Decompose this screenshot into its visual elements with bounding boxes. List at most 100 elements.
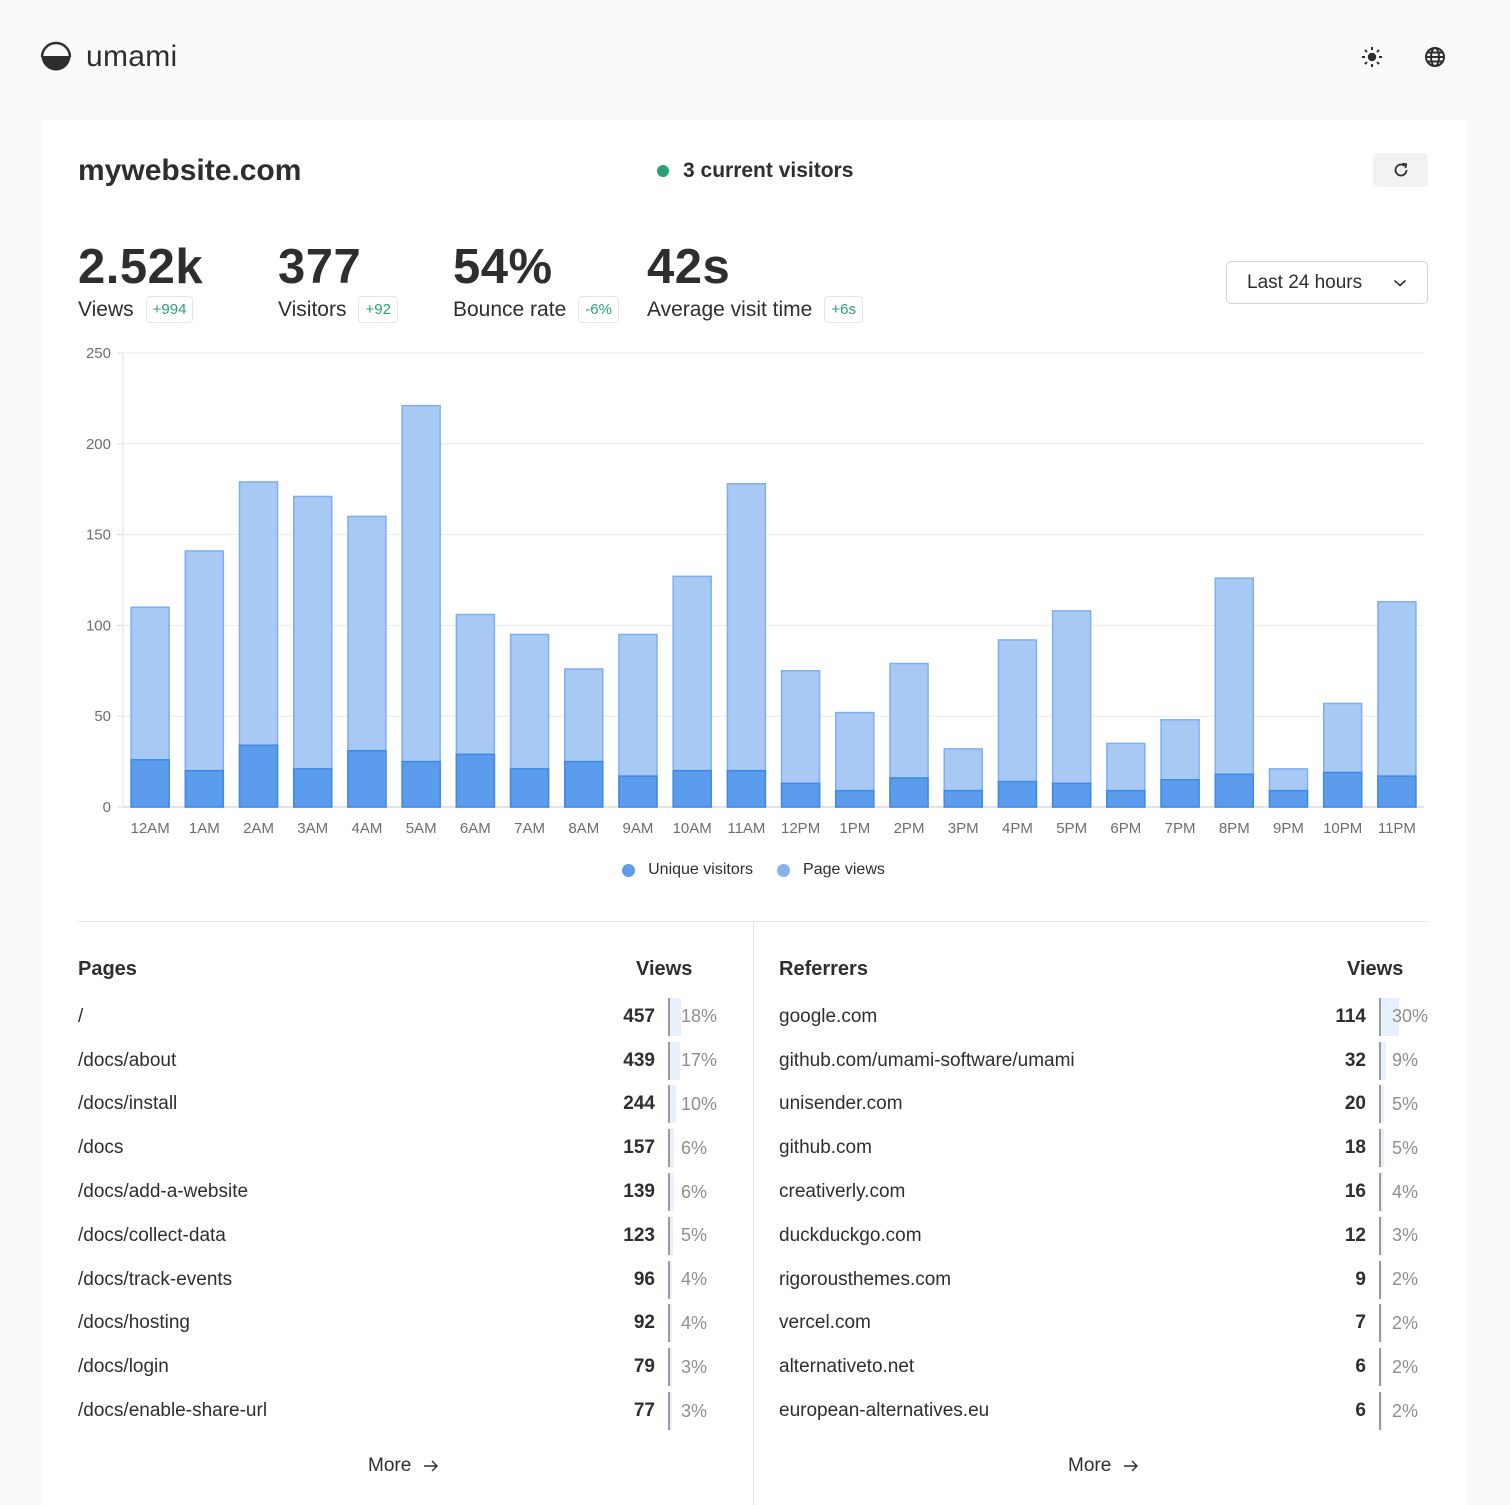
row-views: 244	[598, 1093, 668, 1115]
row-percent: 6%	[668, 1129, 718, 1167]
row-name[interactable]: european-alternatives.eu	[779, 1400, 1309, 1422]
row-name[interactable]: rigorousthemes.com	[779, 1269, 1309, 1291]
row-name[interactable]: github.com/umami-software/umami	[779, 1050, 1309, 1072]
row-name[interactable]: /docs/track-events	[78, 1269, 598, 1291]
table-row[interactable]: /docs/about43917%	[78, 1039, 718, 1083]
row-name[interactable]: /docs/install	[78, 1093, 598, 1115]
legend-label: Page views	[803, 861, 885, 879]
language-button[interactable]	[1422, 44, 1448, 70]
table-row[interactable]: /docs/install24410%	[78, 1083, 718, 1127]
row-name[interactable]: duckduckgo.com	[779, 1225, 1309, 1247]
y-tick-label: 200	[86, 436, 111, 453]
row-name[interactable]: vercel.com	[779, 1312, 1309, 1334]
row-name[interactable]: /docs/login	[78, 1356, 598, 1378]
row-percent: 6%	[668, 1173, 718, 1211]
table-row[interactable]: /docs/enable-share-url773%	[78, 1389, 718, 1433]
row-views: 92	[598, 1312, 668, 1334]
date-range-dropdown[interactable]: Last 24 hours	[1226, 261, 1428, 304]
table-row[interactable]: /docs/login793%	[78, 1345, 718, 1389]
refresh-button[interactable]	[1373, 153, 1428, 187]
row-percent: 2%	[1379, 1348, 1429, 1386]
current-visitors[interactable]: 3 current visitors	[657, 159, 853, 183]
table-row[interactable]: /docs1576%	[78, 1126, 718, 1170]
percent-text: 10%	[670, 1094, 717, 1115]
row-name[interactable]: /docs	[78, 1137, 598, 1159]
table-row[interactable]: creativerly.com164%	[779, 1170, 1429, 1214]
table-row[interactable]: alternativeto.net62%	[779, 1345, 1429, 1389]
date-range-value: Last 24 hours	[1247, 272, 1362, 294]
bar-unique-visitors	[565, 762, 603, 807]
x-tick-label: 6PM	[1110, 820, 1141, 837]
percent-text: 5%	[670, 1225, 707, 1246]
row-percent: 5%	[1379, 1085, 1429, 1123]
table-row[interactable]: duckduckgo.com123%	[779, 1214, 1429, 1258]
row-name[interactable]: unisender.com	[779, 1093, 1309, 1115]
metric-value: 54%	[453, 238, 647, 296]
website-title[interactable]: mywebsite.com	[78, 154, 301, 188]
x-tick-label: 11PM	[1378, 820, 1416, 837]
row-views: 157	[598, 1137, 668, 1159]
table-row[interactable]: github.com/umami-software/umami329%	[779, 1039, 1429, 1083]
row-percent: 3%	[668, 1392, 718, 1430]
logo[interactable]: umami	[40, 40, 178, 74]
table-row[interactable]: rigorousthemes.com92%	[779, 1258, 1429, 1302]
pages-more-button[interactable]: More	[368, 1455, 439, 1477]
x-tick-label: 9PM	[1273, 820, 1304, 837]
bar-unique-visitors	[240, 745, 278, 807]
table-row[interactable]: /docs/hosting924%	[78, 1302, 718, 1346]
table-row[interactable]: european-alternatives.eu62%	[779, 1389, 1429, 1433]
current-visitors-text: 3 current visitors	[683, 159, 853, 183]
row-name[interactable]: /docs/collect-data	[78, 1225, 598, 1247]
row-name[interactable]: google.com	[779, 1006, 1309, 1028]
percent-text: 4%	[670, 1313, 707, 1334]
bar-unique-visitors	[456, 754, 494, 807]
percent-text: 30%	[1381, 1006, 1428, 1027]
table-row[interactable]: unisender.com205%	[779, 1083, 1429, 1127]
globe-icon	[1424, 46, 1446, 68]
referrers-more-button[interactable]: More	[1068, 1455, 1139, 1477]
theme-toggle-button[interactable]	[1359, 44, 1385, 70]
x-tick-label: 9AM	[623, 820, 654, 837]
y-tick-label: 100	[86, 617, 111, 634]
percent-text: 2%	[1381, 1269, 1418, 1290]
table-row[interactable]: /docs/add-a-website1396%	[78, 1170, 718, 1214]
row-views: 6	[1309, 1356, 1379, 1378]
row-views: 16	[1309, 1181, 1379, 1203]
top-bar: umami	[0, 0, 1510, 118]
live-status-dot	[657, 165, 669, 177]
bar-unique-visitors	[1161, 780, 1199, 807]
legend-item-page-views[interactable]: Page views	[777, 861, 885, 879]
bar-unique-visitors	[782, 783, 820, 807]
row-name[interactable]: /docs/add-a-website	[78, 1181, 598, 1203]
percent-text: 2%	[1381, 1357, 1418, 1378]
row-views: 96	[598, 1269, 668, 1291]
row-percent: 5%	[1379, 1129, 1429, 1167]
row-name[interactable]: /docs/hosting	[78, 1312, 598, 1334]
table-row[interactable]: github.com185%	[779, 1126, 1429, 1170]
row-name[interactable]: /	[78, 1006, 598, 1028]
x-tick-label: 6AM	[460, 820, 491, 837]
table-row[interactable]: /docs/collect-data1235%	[78, 1214, 718, 1258]
row-name[interactable]: alternativeto.net	[779, 1356, 1309, 1378]
legend-label: Unique visitors	[648, 861, 753, 879]
pageviews-chart: 05010015020025012AM1AM2AM3AM4AM5AM6AM7AM…	[41, 340, 1466, 920]
chevron-down-icon	[1393, 278, 1407, 288]
row-name[interactable]: github.com	[779, 1137, 1309, 1159]
legend-item-unique-visitors[interactable]: Unique visitors	[622, 861, 753, 879]
row-percent: 9%	[1379, 1042, 1429, 1080]
table-row[interactable]: google.com11430%	[779, 995, 1429, 1039]
metric-bounce-rate: 54% Bounce rate -6%	[453, 238, 647, 323]
row-name[interactable]: /docs/enable-share-url	[78, 1400, 598, 1422]
bar-unique-visitors	[1107, 791, 1145, 807]
bar-unique-visitors	[619, 776, 657, 807]
table-row[interactable]: /45718%	[78, 995, 718, 1039]
table-row[interactable]: vercel.com72%	[779, 1302, 1429, 1346]
arrow-right-icon	[423, 1459, 439, 1473]
x-tick-label: 2PM	[894, 820, 925, 837]
row-name[interactable]: creativerly.com	[779, 1181, 1309, 1203]
table-row[interactable]: /docs/track-events964%	[78, 1258, 718, 1302]
pages-title: Pages	[78, 958, 137, 988]
percent-text: 6%	[670, 1138, 707, 1159]
bar-page-views	[1215, 578, 1253, 807]
row-name[interactable]: /docs/about	[78, 1050, 598, 1072]
